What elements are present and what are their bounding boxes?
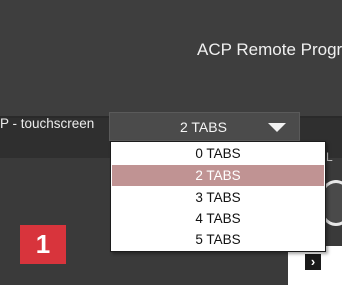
tabs-select[interactable]: 2 TABS [109,112,300,141]
partial-label: L [326,150,333,164]
step-badge: 1 [20,225,66,264]
chevron-right-icon: › [305,254,321,270]
tabs-dropdown-list: 0 TABS 2 TABS 3 TABS 4 TABS 5 TABS [110,141,326,252]
dropdown-option-5-tabs[interactable]: 5 TABS [112,229,324,250]
touchscreen-label: P - touchscreen [0,116,95,131]
dropdown-option-0-tabs[interactable]: 0 TABS [112,143,324,164]
dropdown-option-3-tabs[interactable]: 3 TABS [112,187,324,208]
app-title: ACP Remote Progr [197,40,342,59]
dropdown-option-4-tabs[interactable]: 4 TABS [112,208,324,229]
dropdown-option-2-tabs[interactable]: 2 TABS [112,165,324,186]
caret-down-icon[interactable] [268,123,286,132]
tabs-select-value: 2 TABS [180,119,227,135]
